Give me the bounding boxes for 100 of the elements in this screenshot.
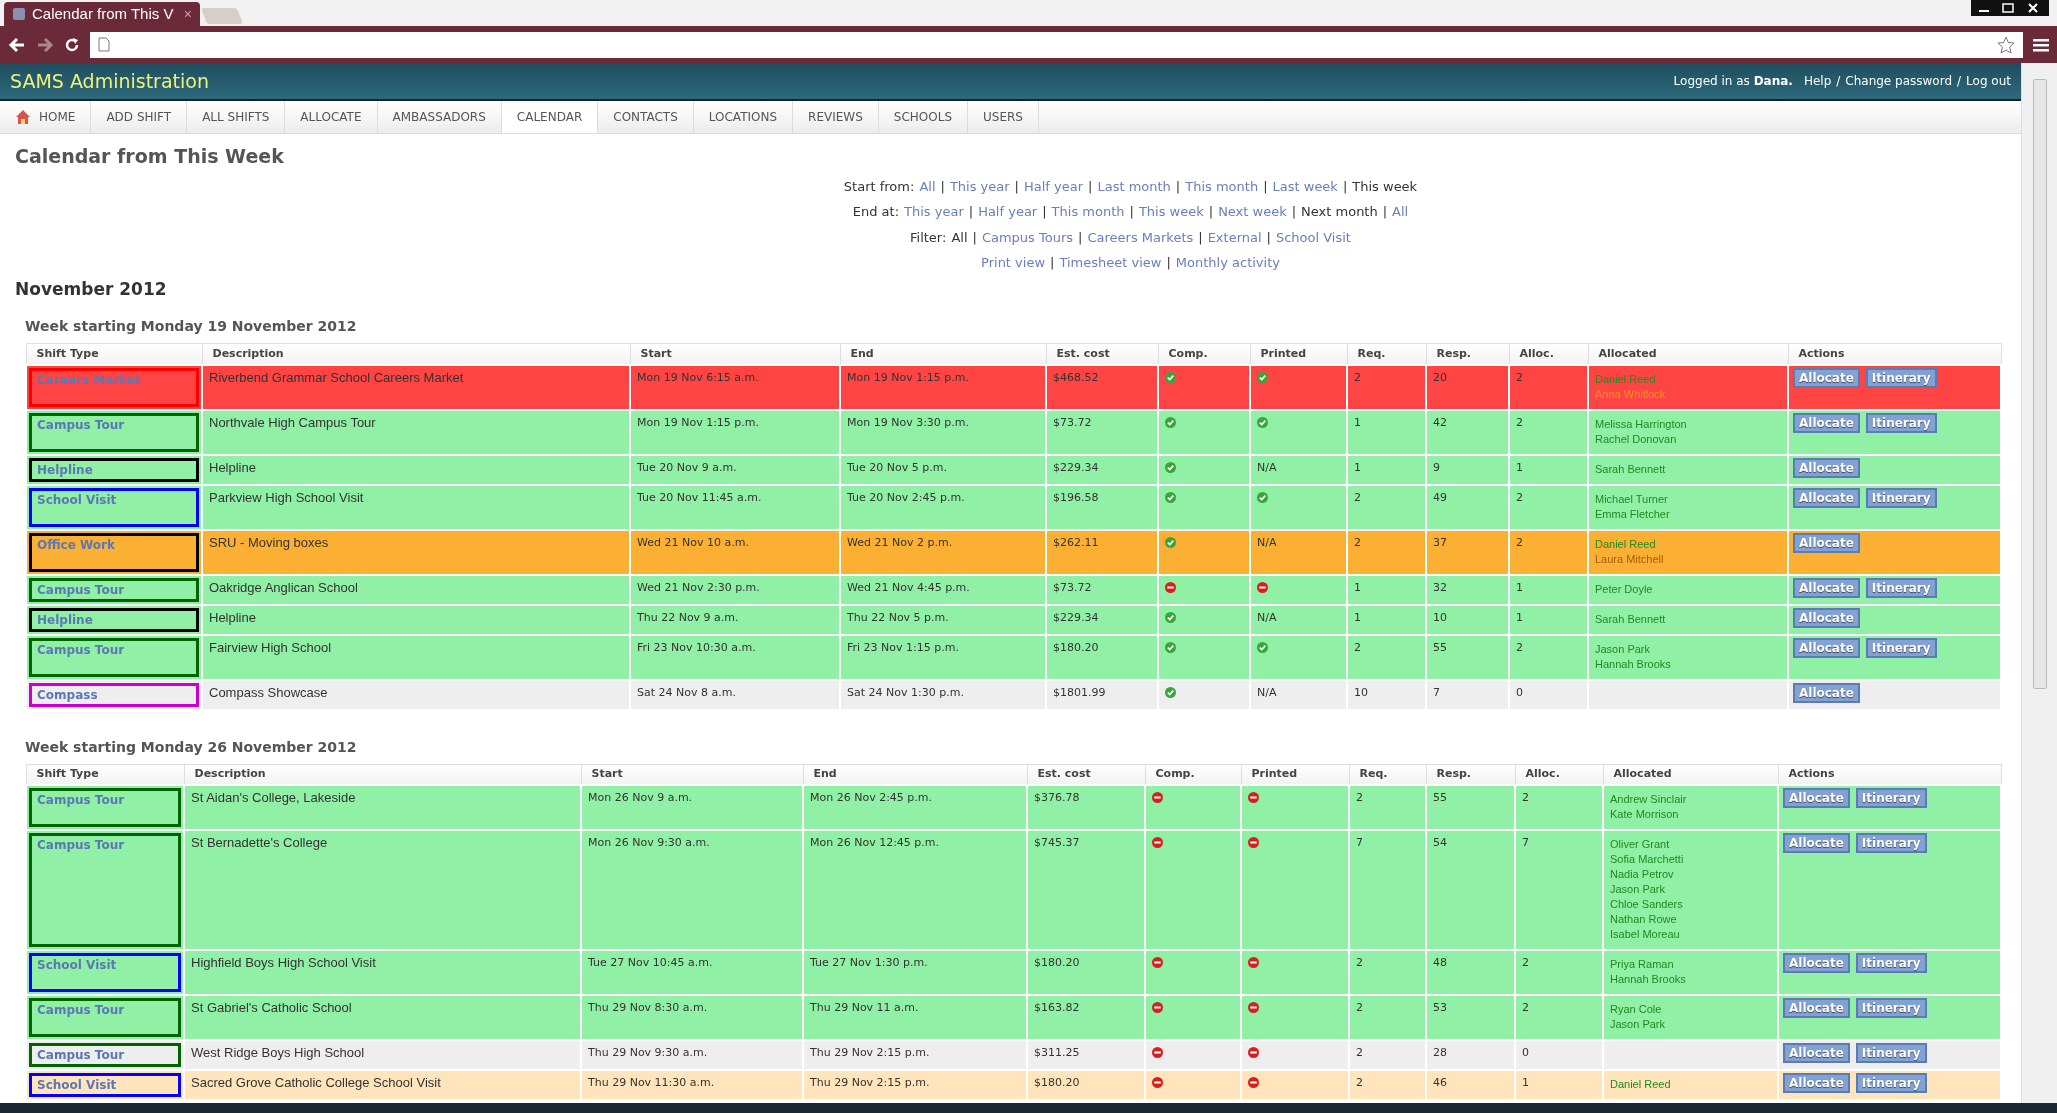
nav-item[interactable]: CALENDAR	[501, 101, 599, 133]
shift-type-tag[interactable]: Campus Tour	[29, 577, 199, 602]
filter-link[interactable]: All	[919, 176, 936, 196]
back-icon[interactable]	[8, 36, 26, 53]
itinerary-button[interactable]: Itinerary	[1855, 833, 1927, 853]
filter-link[interactable]: Half year	[978, 202, 1038, 222]
ambassador-name[interactable]: Nathan Rowe	[1610, 912, 1771, 927]
close-tab-button[interactable]: ×	[183, 3, 192, 25]
filter-link[interactable]: This week	[1138, 202, 1204, 222]
ambassador-name[interactable]: Isabel Moreau	[1610, 927, 1771, 942]
filter-link[interactable]: All	[1392, 202, 1409, 222]
ambassador-name[interactable]: Melissa Harrington	[1595, 416, 1781, 432]
scroll-thumb[interactable]	[2032, 79, 2047, 689]
filter-link[interactable]: External	[1207, 227, 1262, 247]
filter-link[interactable]: Monthly activity	[1175, 253, 1280, 273]
allocate-button[interactable]: Allocate	[1793, 532, 1860, 553]
allocate-button[interactable]: Allocate	[1793, 487, 1860, 508]
ambassador-name[interactable]: Emma Fletcher	[1595, 506, 1781, 522]
nav-item[interactable]: USERS	[968, 101, 1039, 133]
itinerary-button[interactable]: Itinerary	[1855, 998, 1927, 1018]
ambassador-name[interactable]: Laura Mitchell	[1595, 551, 1781, 567]
itinerary-button[interactable]: Itinerary	[1865, 637, 1937, 658]
allocate-button[interactable]: Allocate	[1783, 788, 1850, 808]
allocate-button[interactable]: Allocate	[1793, 412, 1860, 433]
ambassador-name[interactable]: Priya Raman	[1610, 957, 1771, 972]
ambassador-name[interactable]: Nadia Petrov	[1610, 867, 1771, 882]
nav-item[interactable]: SCHOOLS	[878, 101, 968, 133]
ambassador-name[interactable]: Kate Morrison	[1610, 807, 1771, 822]
shift-type-tag[interactable]: School Visit	[29, 487, 199, 527]
itinerary-button[interactable]: Itinerary	[1865, 412, 1937, 433]
allocate-button[interactable]: Allocate	[1793, 607, 1860, 628]
reload-icon[interactable]	[64, 36, 80, 53]
ambassador-name[interactable]: Hannah Brooks	[1595, 656, 1781, 672]
shift-type-tag[interactable]: Helpline	[29, 607, 199, 632]
scrollbar[interactable]	[2021, 63, 2057, 1103]
ambassador-name[interactable]: Andrew Sinclair	[1610, 792, 1771, 807]
allocate-button[interactable]: Allocate	[1793, 457, 1860, 478]
forward-icon[interactable]	[36, 36, 54, 53]
shift-type-tag[interactable]: Helpline	[29, 457, 199, 482]
allocate-button[interactable]: Allocate	[1783, 953, 1850, 973]
shift-type-tag[interactable]: Campus Tour	[29, 1043, 181, 1067]
allocate-button[interactable]: Allocate	[1793, 637, 1860, 658]
ambassador-name[interactable]: Daniel Reed	[1595, 536, 1781, 552]
filter-link[interactable]: Timesheet view	[1059, 253, 1162, 273]
filter-link[interactable]: Careers Markets	[1087, 227, 1194, 247]
filter-link[interactable]: Print view	[981, 253, 1046, 273]
nav-item[interactable]: LOCATIONS	[693, 101, 794, 133]
filter-link[interactable]: Campus Tours	[981, 227, 1074, 247]
ambassador-name[interactable]: Ryan Cole	[1610, 1002, 1771, 1017]
shift-type-tag[interactable]: Campus Tour	[29, 637, 199, 677]
menu-icon[interactable]	[2033, 37, 2049, 52]
header-link[interactable]: Change password	[1845, 72, 1953, 90]
shift-type-tag[interactable]: Campus Tour	[29, 998, 181, 1037]
itinerary-button[interactable]: Itinerary	[1855, 1073, 1927, 1093]
filter-link[interactable]: Last week	[1272, 176, 1338, 196]
filter-link[interactable]: Half year	[1024, 176, 1084, 196]
itinerary-button[interactable]: Itinerary	[1855, 788, 1927, 808]
nav-item[interactable]: AMBASSADORS	[377, 101, 502, 133]
nav-item[interactable]: CONTACTS	[598, 101, 694, 133]
ambassador-name[interactable]: Michael Turner	[1595, 491, 1781, 507]
nav-item[interactable]: ADD SHIFT	[91, 101, 188, 133]
shift-type-tag[interactable]: Campus Tour	[29, 833, 181, 947]
ambassador-name[interactable]: Hannah Brooks	[1610, 972, 1771, 987]
filter-link[interactable]: Next week	[1218, 202, 1287, 222]
allocate-button[interactable]: Allocate	[1783, 1073, 1850, 1093]
allocate-button[interactable]: Allocate	[1783, 998, 1850, 1018]
filter-link[interactable]: This year	[904, 202, 964, 222]
filter-link[interactable]: This week	[1352, 176, 1418, 196]
filter-link[interactable]: Next month	[1301, 202, 1378, 222]
browser-tab[interactable]: Calendar from This V ×	[4, 2, 200, 26]
nav-item[interactable]: HOME	[0, 101, 92, 133]
shift-type-tag[interactable]: Office Work	[29, 532, 199, 572]
filter-link[interactable]: All	[951, 227, 968, 247]
shift-type-tag[interactable]: School Visit	[29, 953, 181, 992]
header-link[interactable]: Log out	[1966, 72, 2011, 90]
ambassador-name[interactable]: Chloe Sanders	[1610, 897, 1771, 912]
ambassador-name[interactable]: Rachel Donovan	[1595, 431, 1781, 447]
ambassador-name[interactable]: Jason Park	[1595, 641, 1781, 657]
allocate-button[interactable]: Allocate	[1793, 682, 1860, 703]
filter-link[interactable]: This month	[1051, 202, 1125, 222]
nav-item[interactable]: REVIEWS	[793, 101, 879, 133]
shift-type-tag[interactable]: School Visit	[29, 1073, 181, 1097]
itinerary-button[interactable]: Itinerary	[1855, 1043, 1927, 1063]
nav-item[interactable]: ALLOCATE	[285, 101, 378, 133]
itinerary-button[interactable]: Itinerary	[1865, 367, 1937, 388]
shift-type-tag[interactable]: Campus Tour	[29, 412, 199, 452]
itinerary-button[interactable]: Itinerary	[1865, 487, 1937, 508]
ambassador-name[interactable]: Sofia Marchetti	[1610, 852, 1771, 867]
itinerary-button[interactable]: Itinerary	[1865, 577, 1937, 598]
shift-type-tag[interactable]: Campus Tour	[29, 788, 181, 827]
filter-link[interactable]: This month	[1185, 176, 1259, 196]
filter-link[interactable]: Last month	[1097, 176, 1171, 196]
header-link[interactable]: Help	[1803, 72, 1832, 90]
address-bar[interactable]	[90, 31, 2023, 58]
shift-type-tag[interactable]: Compass	[29, 682, 199, 707]
ambassador-name[interactable]: Jason Park	[1610, 882, 1771, 897]
filter-link[interactable]: School Visit	[1275, 227, 1351, 247]
nav-item[interactable]: ALL SHIFTS	[187, 101, 286, 133]
allocate-button[interactable]: Allocate	[1793, 367, 1860, 388]
filter-link[interactable]: This year	[949, 176, 1010, 196]
